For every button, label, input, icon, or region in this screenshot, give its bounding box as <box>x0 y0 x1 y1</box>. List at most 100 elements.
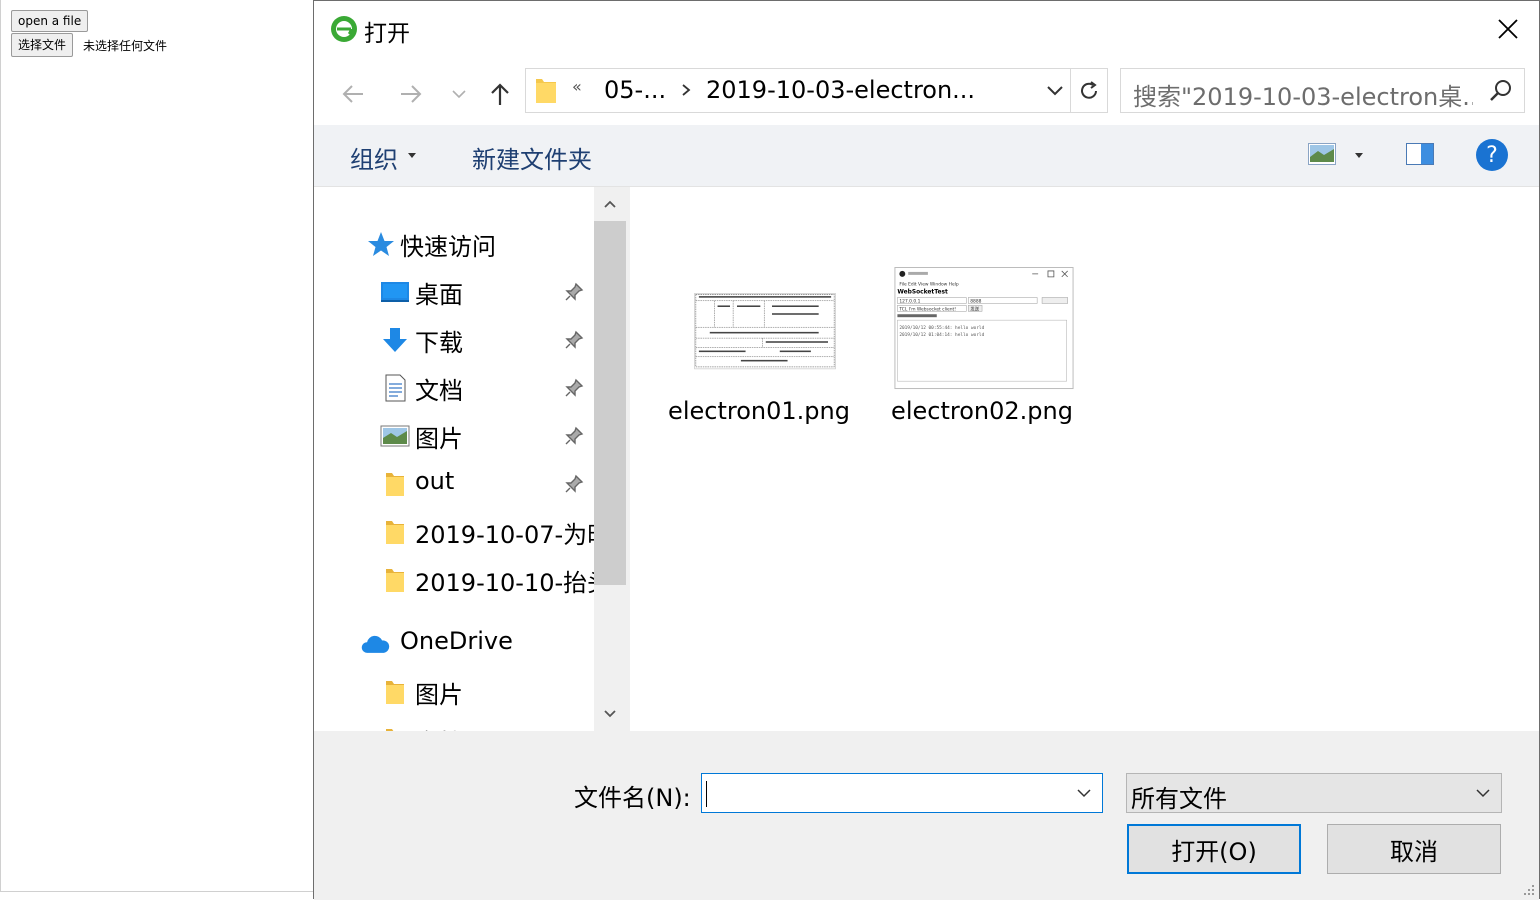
search-placeholder: 搜索"2019-10-03-electron桌... <box>1133 83 1473 111</box>
open-file-dialog: 打开 « 05-... 2019-10-03-electron... 搜索"20… <box>313 0 1540 900</box>
chevron-down-icon <box>1476 789 1490 798</box>
folder-icon <box>386 681 404 704</box>
folder-icon <box>386 521 404 544</box>
scroll-down-button[interactable] <box>594 697 626 731</box>
nav-label: 下载 <box>415 329 463 357</box>
nav-label: out <box>415 467 455 495</box>
nav-label: 2019-10-07-为时 <box>415 521 612 549</box>
help-button[interactable]: ? <box>1476 139 1508 171</box>
filename-history-dropdown[interactable] <box>1070 774 1098 812</box>
search-box[interactable]: 搜索"2019-10-03-electron桌... <box>1120 68 1525 113</box>
nav-documents[interactable]: 文档 <box>314 365 594 411</box>
image-thumbnail <box>674 293 856 391</box>
view-mode-icon[interactable] <box>1308 143 1336 165</box>
forward-button[interactable] <box>394 77 428 111</box>
back-arrow-icon <box>342 85 363 103</box>
desktop-icon <box>381 282 409 302</box>
download-icon <box>383 328 407 352</box>
address-bar[interactable]: « 05-... 2019-10-03-electron... <box>525 68 1108 113</box>
recent-locations-button[interactable] <box>442 77 476 111</box>
dialog-footer: 文件名(N): 所有文件 打开(O) 取消 <box>314 731 1539 900</box>
file-item[interactable]: File Edit View Window Help WebSocketTest… <box>867 263 1075 433</box>
image-thumbnail: File Edit View Window Help WebSocketTest… <box>893 267 1075 391</box>
up-arrow-icon <box>491 83 509 105</box>
nav-folder-out[interactable]: out <box>314 461 594 507</box>
title-bar: 打开 <box>314 1 1539 57</box>
scroll-thumb[interactable] <box>594 221 626 585</box>
nav-scrollbar[interactable] <box>594 187 626 731</box>
preview-pane-icon[interactable] <box>1406 143 1434 165</box>
nav-folder-2019-10-10[interactable]: 2019-10-10-抬头 <box>314 557 611 603</box>
thumb-send: 发送 <box>970 305 979 312</box>
file-type-value: 所有文件 <box>1131 785 1227 813</box>
back-button[interactable] <box>336 77 370 111</box>
thumb-ip: 127.0.0.1 <box>899 298 920 304</box>
app-icon <box>331 16 357 42</box>
chevron-up-icon <box>604 200 616 208</box>
refresh-button[interactable] <box>1070 68 1108 113</box>
command-toolbar: 组织 新建文件夹 ? <box>314 125 1539 187</box>
app-window: open a file 选择文件 未选择任何文件 <box>0 0 314 892</box>
nav-folder-2019-10-07[interactable]: 2019-10-07-为时 <box>314 509 611 555</box>
file-name: electron02.png <box>891 397 1073 425</box>
chevron-down-icon <box>1047 85 1063 95</box>
folder-icon <box>386 569 404 592</box>
text-caret <box>706 781 707 807</box>
file-type-dropdown[interactable] <box>1469 774 1497 812</box>
navigation-bar: « 05-... 2019-10-03-electron... 搜索"2019-… <box>314 57 1539 125</box>
open-button[interactable]: 打开(O) <box>1127 824 1301 874</box>
close-icon <box>1498 19 1518 39</box>
nav-downloads[interactable]: 下载 <box>314 317 594 363</box>
nav-label: OneDrive <box>400 627 513 655</box>
forward-arrow-icon <box>401 85 422 103</box>
breadcrumb-parent[interactable]: 05-... <box>604 76 666 104</box>
breadcrumb-separator-icon[interactable] <box>680 79 692 101</box>
no-file-status: 未选择任何文件 <box>83 39 168 53</box>
nav-quick-access[interactable]: 快速访问 <box>314 221 594 267</box>
open-file-button[interactable]: open a file <box>11 10 89 32</box>
thumb-message: TCL I'm Websocket client! <box>898 306 956 312</box>
pin-icon <box>565 474 584 493</box>
folder-icon <box>386 473 404 496</box>
chevron-down-icon <box>1077 789 1091 798</box>
refresh-icon <box>1081 80 1097 99</box>
close-button[interactable] <box>1477 1 1539 57</box>
nav-onedrive-documents[interactable]: 文档 <box>314 717 594 731</box>
pin-icon <box>565 426 584 445</box>
address-dropdown-button[interactable] <box>1041 68 1069 113</box>
nav-onedrive[interactable]: OneDrive <box>314 621 594 667</box>
nav-label: 2019-10-10-抬头 <box>415 569 612 597</box>
file-type-select[interactable]: 所有文件 <box>1126 773 1502 813</box>
nav-pictures[interactable]: 图片 <box>314 413 594 459</box>
file-name: electron01.png <box>668 397 850 425</box>
thumb-heading: WebSocketTest <box>897 290 948 296</box>
pin-icon <box>565 378 584 397</box>
thumb-log-2: 2019/10/12 01:04:14: hello world <box>899 332 984 338</box>
filename-label: 文件名(N): <box>574 784 691 812</box>
nav-label: 图片 <box>415 681 463 709</box>
thumb-log-1: 2019/10/12 00:55:44: hello world <box>899 325 984 331</box>
star-icon <box>368 232 394 256</box>
file-item[interactable]: electron01.png <box>648 263 856 433</box>
pin-icon <box>565 330 584 349</box>
choose-file-button[interactable]: 选择文件 <box>11 33 74 57</box>
pictures-icon <box>380 425 410 447</box>
nav-label: 图片 <box>415 425 463 453</box>
breadcrumb-current[interactable]: 2019-10-03-electron... <box>706 76 975 104</box>
nav-desktop[interactable]: 桌面 <box>314 269 594 315</box>
document-icon <box>385 374 406 402</box>
nav-label: 桌面 <box>415 281 463 309</box>
resize-grip-icon[interactable] <box>1521 882 1535 896</box>
new-folder-button[interactable]: 新建文件夹 <box>472 140 592 175</box>
collapsed-path-indicator[interactable]: « <box>572 77 582 96</box>
scroll-up-button[interactable] <box>594 187 626 221</box>
organize-menu[interactable]: 组织 <box>350 140 398 175</box>
chevron-down-icon <box>452 90 466 99</box>
chevron-down-icon <box>604 710 616 718</box>
up-button[interactable] <box>483 77 517 111</box>
filename-input[interactable] <box>701 773 1103 813</box>
view-options-caret-icon[interactable] <box>1355 153 1363 158</box>
nav-label: 文档 <box>415 377 463 405</box>
cancel-button[interactable]: 取消 <box>1327 824 1501 874</box>
nav-onedrive-pictures[interactable]: 图片 <box>314 669 594 715</box>
